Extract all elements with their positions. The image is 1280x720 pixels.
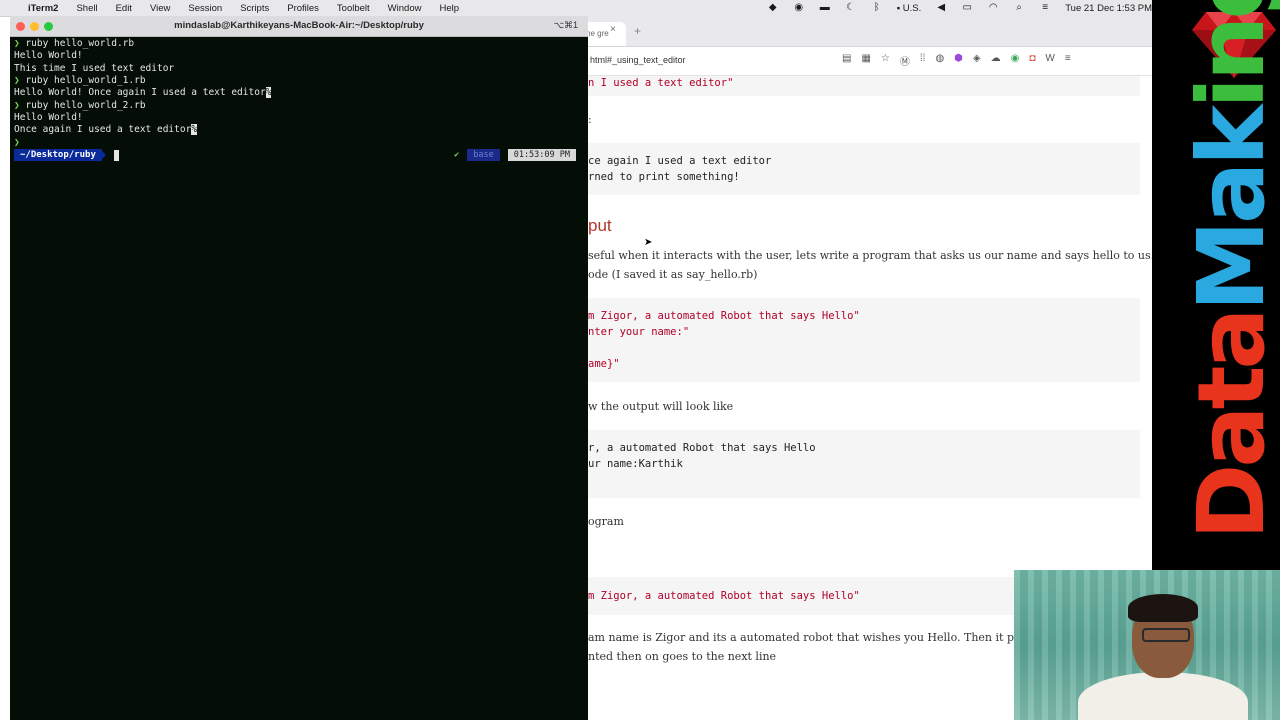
code-block: r, a automated Robot that says Hello ur … xyxy=(588,430,1140,498)
code-line: r, a automated Robot that says Hello xyxy=(588,442,816,454)
menu-item-iterm2[interactable]: iTerm2 xyxy=(28,3,58,14)
spotlight-search-icon[interactable]: ⌕ xyxy=(1013,3,1025,13)
mouse-pointer-icon: ➤ xyxy=(644,237,653,248)
code-line: n I used a text editor" xyxy=(588,77,734,89)
terminal-line: ❯ xyxy=(14,137,20,148)
missing-newline-marker: % xyxy=(191,124,198,135)
paragraph: seful when it interacts with the user, l… xyxy=(588,249,1155,262)
code-line: m Zigor, a automated Robot that says Hel… xyxy=(588,310,860,322)
extension-purple-icon[interactable]: ⬢ xyxy=(954,53,963,68)
presenter-glasses xyxy=(1142,628,1190,642)
wikipedia-icon[interactable]: W xyxy=(1045,53,1054,68)
datamaking-logo: DataMaking xyxy=(1178,0,1280,540)
url-text[interactable]: html#_using_text_editor xyxy=(590,55,686,65)
section-heading: put xyxy=(588,216,612,235)
webcam-overlay xyxy=(1014,570,1280,720)
menu-item-view[interactable]: View xyxy=(150,3,170,14)
terminal-line: Hello World! xyxy=(14,112,83,123)
browser-toolbar: ▤ ▦ ☆ Ⓜ ⁞⁞ ◍ ⬢ ◈ ☁ ◉ ◘ W ≡ xyxy=(842,53,1071,68)
terminal-window[interactable]: mindaslab@Karthikeyans-MacBook-Air:~/Des… xyxy=(10,16,588,720)
code-line: nter your name:" xyxy=(588,326,690,338)
extension-green-icon[interactable]: ◉ xyxy=(1011,53,1020,68)
menu-bar: iTerm2 Shell Edit View Session Scripts P… xyxy=(0,0,1280,17)
terminal-line: This time I used text editor xyxy=(14,63,175,74)
reader-icon[interactable]: ▤ xyxy=(842,53,851,68)
grid-icon[interactable]: ▦ xyxy=(861,53,870,68)
code-line: ur name:Karthik xyxy=(588,458,683,470)
menu-item-help[interactable]: Help xyxy=(439,3,459,14)
paragraph: am name is Zigor and its a automated rob… xyxy=(588,631,1030,644)
prompt-path-segment: ~/Desktop/ruby xyxy=(14,149,102,161)
dark-mode-icon[interactable]: ☾ xyxy=(845,3,857,13)
wifi-icon[interactable]: ◠ xyxy=(987,3,999,13)
missing-newline-marker: % xyxy=(265,87,272,98)
menu-item-session[interactable]: Session xyxy=(188,3,222,14)
code-line: ce again I used a text editor xyxy=(588,155,772,167)
code-line: ame xyxy=(588,358,607,370)
terminal-title: mindaslab@Karthikeyans-MacBook-Air:~/Des… xyxy=(174,20,424,31)
terminal-line: Hello World! xyxy=(14,50,83,61)
extension-icon[interactable]: ◍ xyxy=(935,53,944,68)
flag-icon: ▪ xyxy=(896,2,901,14)
right-prompt: ✔ base 01:53:09 PM xyxy=(454,149,576,161)
code-line: rned to print something! xyxy=(588,171,740,183)
menu-item-scripts[interactable]: Scripts xyxy=(240,3,269,14)
extension-badge-icon[interactable]: ◈ xyxy=(973,53,981,68)
code-block: n I used a text editor" xyxy=(588,76,1140,96)
sync-icon[interactable]: ◉ xyxy=(793,3,805,13)
address-bar[interactable]: html#_using_text_editor ▤ ▦ ☆ Ⓜ ⁞⁞ ◍ ⬢ ◈… xyxy=(570,47,1152,76)
paragraph: ode (I saved it as say_hello.rb) xyxy=(588,268,758,281)
browser-tab-strip: he gre × + xyxy=(570,16,1152,47)
input-source[interactable]: ▪ U.S. xyxy=(897,3,922,14)
extension-m-icon[interactable]: Ⓜ xyxy=(900,53,910,68)
apps-icon[interactable]: ⁞⁞ xyxy=(920,53,926,68)
terminal-line: Hello World! Once again I used a text ed… xyxy=(14,87,272,98)
menu-item-shell[interactable]: Shell xyxy=(76,3,97,14)
menu-item-edit[interactable]: Edit xyxy=(116,3,132,14)
new-tab-icon[interactable]: + xyxy=(634,24,641,38)
conda-env-segment: base xyxy=(467,149,500,161)
status-check-icon: ✔ xyxy=(454,150,460,160)
control-center-icon[interactable]: ≡ xyxy=(1039,3,1051,13)
volume-icon[interactable]: ◀ xyxy=(935,3,947,13)
extension-red-icon[interactable]: ◘ xyxy=(1029,53,1035,68)
terminal-line: Once again I used a text editor% xyxy=(14,124,198,135)
screen-icon[interactable]: ▬ xyxy=(819,3,831,13)
tab-close-icon[interactable]: × xyxy=(610,24,616,35)
bookmark-star-icon[interactable]: ☆ xyxy=(881,53,890,68)
code-block: ce again I used a text editor rned to pr… xyxy=(588,143,1140,195)
paragraph: nted then on goes to the next line xyxy=(588,650,777,663)
terminal-line: ❯ ruby hello_world_2.rb xyxy=(14,100,146,111)
battery-icon[interactable]: ▭ xyxy=(961,3,973,13)
prompt-time-segment: 01:53:09 PM xyxy=(507,149,576,161)
paragraph: w the output will look like xyxy=(588,400,734,413)
code-block: m Zigor, a automated Robot that says Hel… xyxy=(588,298,1140,382)
menu-item-profiles[interactable]: Profiles xyxy=(287,3,319,14)
extension-cloud-icon[interactable]: ☁ xyxy=(991,53,1001,68)
terminal-line: ❯ ruby hello_world_1.rb xyxy=(14,75,146,86)
browser-menu-icon[interactable]: ≡ xyxy=(1065,53,1071,68)
bluetooth-icon[interactable]: ᛒ xyxy=(871,3,883,13)
code-line: m Zigor, a automated Robot that says Hel… xyxy=(588,590,860,602)
paragraph: : xyxy=(588,113,592,126)
window-shortcut: ⌥⌘1 xyxy=(553,20,578,30)
menu-item-toolbelt[interactable]: Toolbelt xyxy=(337,3,370,14)
menu-item-window[interactable]: Window xyxy=(388,3,422,14)
code-line: }" xyxy=(606,358,620,370)
dropbox-icon[interactable]: ◆ xyxy=(767,3,779,13)
terminal-title-bar[interactable]: mindaslab@Karthikeyans-MacBook-Air:~/Des… xyxy=(10,16,588,37)
terminal-line: ❯ ruby hello_world.rb xyxy=(14,38,135,49)
terminal-cursor xyxy=(114,150,119,161)
paragraph: ogram xyxy=(588,515,624,528)
menubar-clock[interactable]: Tue 21 Dec 1:53 PM xyxy=(1065,3,1152,14)
prompt-segment-arrow xyxy=(100,149,106,161)
